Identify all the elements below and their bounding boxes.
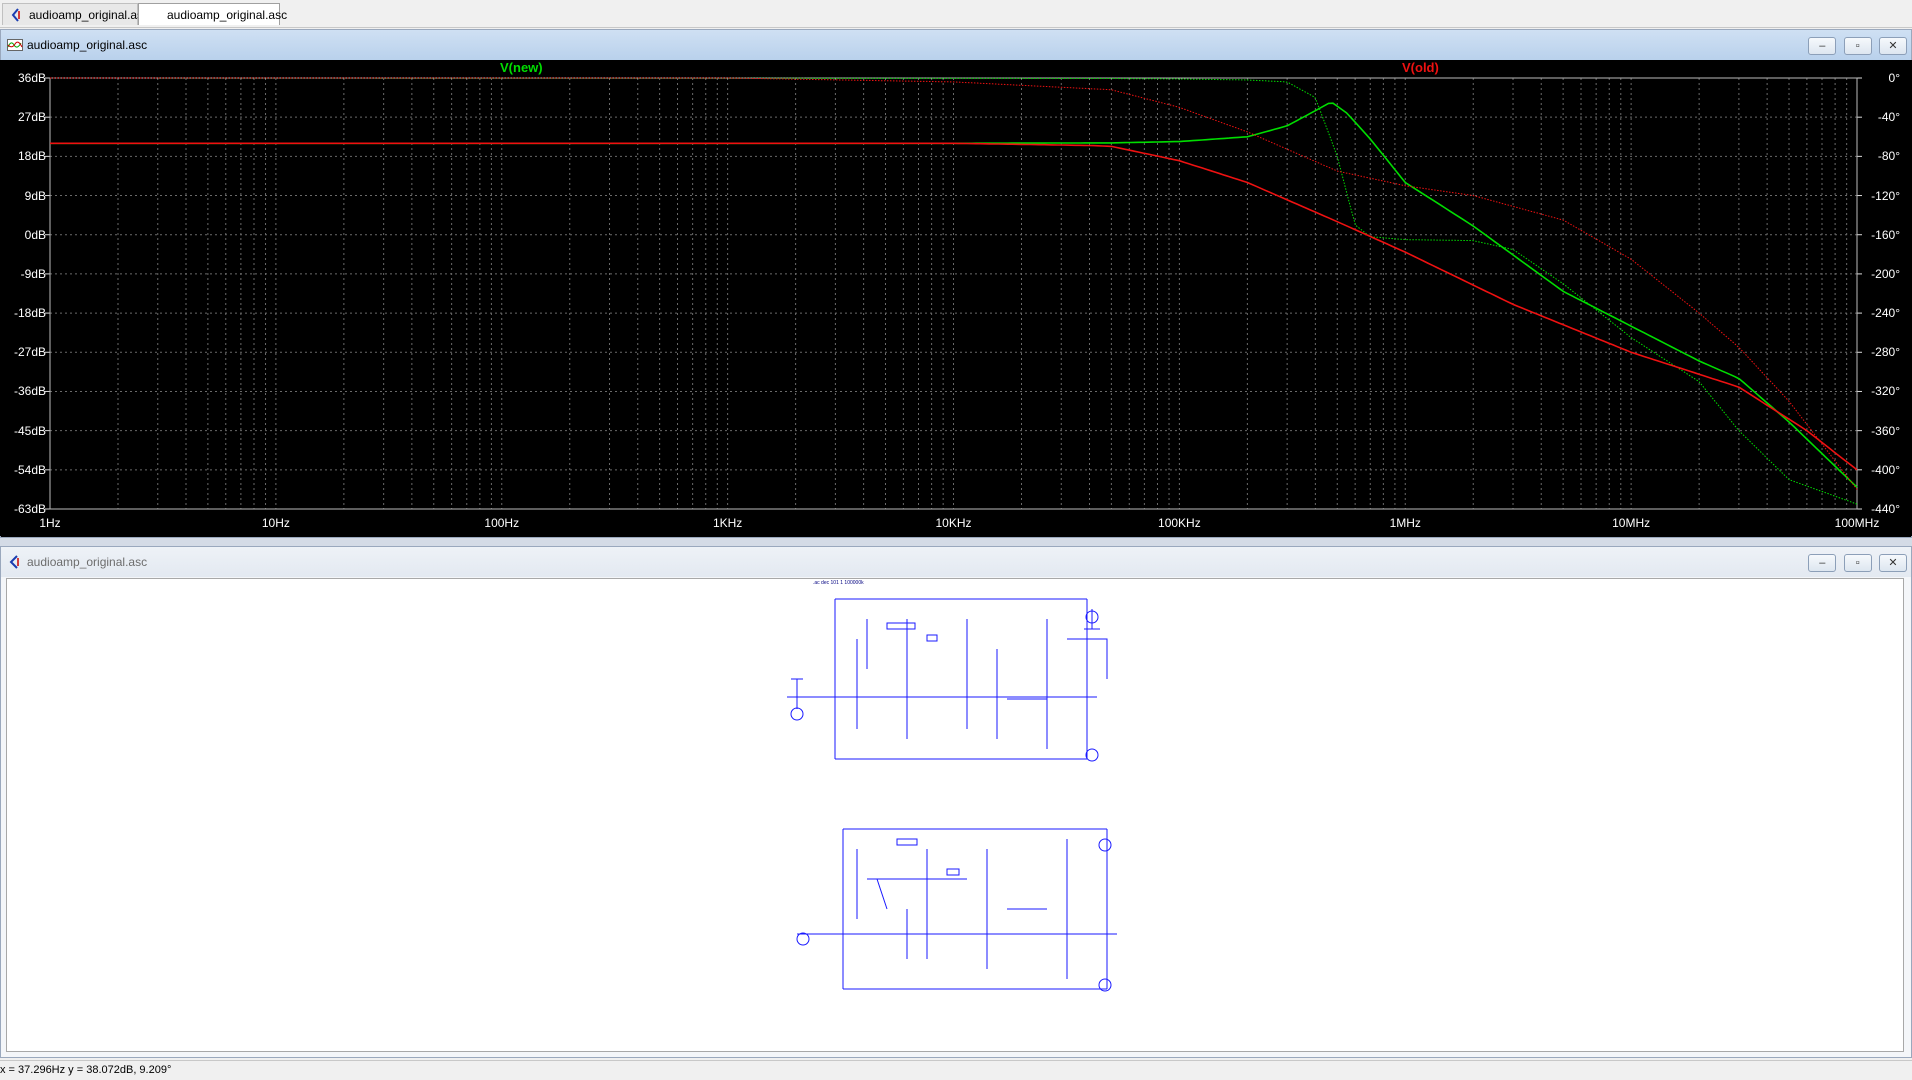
tab-waveform[interactable]: audioamp_original.asc bbox=[138, 3, 287, 25]
y-axis-right-tick-label: -40° bbox=[1877, 110, 1900, 125]
close-icon: ✕ bbox=[1888, 557, 1898, 569]
tab-label: audioamp_original.asc bbox=[29, 8, 150, 22]
x-axis-tick-label: 100KHz bbox=[1158, 516, 1201, 530]
close-button[interactable]: ✕ bbox=[1879, 37, 1907, 55]
y-axis-left-tick-label: -63dB bbox=[13, 502, 46, 516]
schematic-annotations bbox=[797, 767, 1063, 1027]
status-bar: x = 37.296Hz y = 38.072dB, 9.209° bbox=[0, 1060, 1912, 1080]
ltspice-schematic-icon bbox=[11, 8, 20, 22]
y-axis-right-tick-label: -280° bbox=[1871, 345, 1900, 360]
y-axis-left-tick-label: -27dB bbox=[13, 345, 46, 360]
x-axis-tick-label: 10KHz bbox=[935, 516, 972, 530]
y-axis-left-tick-label: 18dB bbox=[17, 149, 46, 164]
y-axis-left-tick-label: -36dB bbox=[13, 384, 46, 399]
restore-button[interactable]: ▫ bbox=[1843, 554, 1872, 572]
x-axis-tick-label: 100MHz bbox=[1834, 516, 1880, 530]
schematic-circuit-1 bbox=[787, 598, 1108, 762]
close-button[interactable]: ✕ bbox=[1879, 554, 1907, 572]
y-axis-right-tick-label: -400° bbox=[1871, 462, 1900, 477]
minimize-button[interactable]: – bbox=[1808, 554, 1837, 572]
restore-icon: ▫ bbox=[1855, 40, 1860, 52]
y-axis-right-tick-label: -160° bbox=[1871, 227, 1900, 242]
x-axis-tick-label: 1Hz bbox=[39, 516, 61, 530]
document-tab-bar: audioamp_original.asc audioamp_original.… bbox=[0, 0, 1912, 28]
ltspice-schematic-icon bbox=[9, 555, 19, 569]
y-axis-left-tick-label: -9dB bbox=[20, 266, 46, 281]
series-0-phase-line bbox=[50, 77, 1858, 505]
x-axis-tick-label: 10MHz bbox=[1612, 516, 1651, 530]
y-axis-left-tick-label: 0dB bbox=[24, 227, 46, 242]
waveform-icon bbox=[7, 39, 23, 51]
x-axis-tick-label: 1KHz bbox=[712, 516, 743, 530]
y-axis-left-tick-label: -45dB bbox=[13, 423, 46, 438]
x-axis-tick-label: 10Hz bbox=[261, 516, 290, 530]
y-axis-left-tick-label: 36dB bbox=[17, 71, 46, 85]
y-axis-right-tick-label: -80° bbox=[1877, 149, 1900, 164]
restore-icon: ▫ bbox=[1855, 557, 1860, 569]
schematic-drawing bbox=[787, 598, 1117, 1027]
y-axis-left-tick-label: 9dB bbox=[24, 188, 46, 203]
tab-schematic[interactable]: audioamp_original.asc bbox=[2, 3, 149, 25]
trace-label-0[interactable]: V(new) bbox=[500, 60, 543, 75]
tab-label: audioamp_original.asc bbox=[167, 8, 288, 22]
y-axis-right-tick-label: -320° bbox=[1871, 384, 1900, 399]
y-axis-right-tick-label: 0° bbox=[1888, 71, 1900, 85]
schematic-canvas[interactable]: .ac dec 101 1 100000k bbox=[6, 578, 1904, 1052]
restore-button[interactable]: ▫ bbox=[1843, 37, 1872, 55]
y-axis-right-tick-label: -240° bbox=[1871, 306, 1900, 321]
trace-label-1[interactable]: V(old) bbox=[1402, 60, 1439, 75]
y-axis-left-tick-label: -54dB bbox=[13, 462, 46, 477]
bode-plot[interactable] bbox=[0, 60, 1912, 536]
schematic-window-titlebar[interactable]: audioamp_original.asc – ▫ ✕ bbox=[1, 547, 1911, 577]
y-axis-right-tick-label: -440° bbox=[1871, 502, 1900, 516]
waveform-window-titlebar[interactable]: audioamp_original.asc – ▫ ✕ bbox=[1, 30, 1911, 60]
x-axis-tick-label: 1MHz bbox=[1389, 516, 1421, 530]
y-axis-left-tick-label: -18dB bbox=[13, 306, 46, 321]
y-axis-right-tick-label: -360° bbox=[1871, 423, 1900, 438]
cursor-readout: x = 37.296Hz y = 38.072dB, 9.209° bbox=[0, 1064, 172, 1076]
series-1-magnitude-line bbox=[50, 142, 1858, 471]
schematic-circuit-2 bbox=[796, 828, 1117, 992]
schematic-window-title: audioamp_original.asc bbox=[27, 555, 148, 569]
minimize-icon: – bbox=[1819, 557, 1826, 569]
y-axis-right-tick-label: -120° bbox=[1871, 188, 1900, 203]
y-axis-left-tick-label: 27dB bbox=[17, 110, 46, 125]
close-icon: ✕ bbox=[1888, 40, 1898, 52]
y-axis-right-tick-label: -200° bbox=[1871, 266, 1900, 281]
window-separator bbox=[0, 538, 1912, 546]
waveform-window-title: audioamp_original.asc bbox=[27, 38, 148, 52]
minimize-icon: – bbox=[1819, 40, 1826, 52]
x-axis-tick-label: 100Hz bbox=[484, 516, 520, 530]
minimize-button[interactable]: – bbox=[1808, 37, 1837, 55]
